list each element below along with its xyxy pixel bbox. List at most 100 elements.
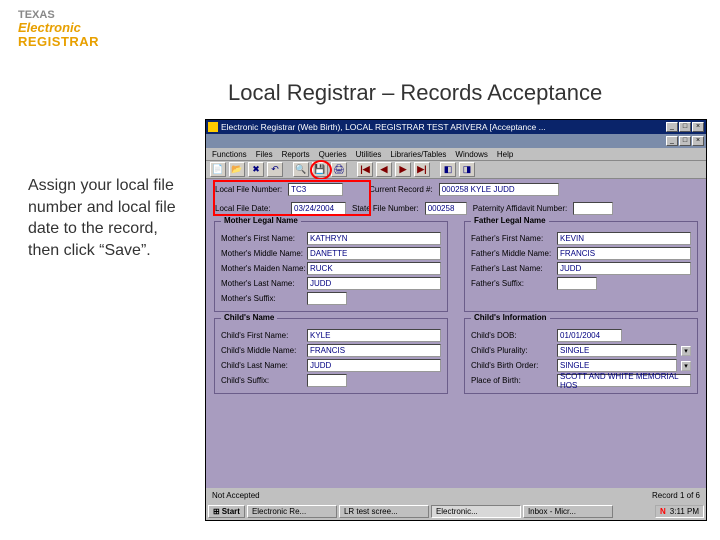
- mother-middle-value: DANETTE: [307, 247, 441, 260]
- logo-electronic: Electronic: [18, 20, 81, 35]
- taskbar-item-4[interactable]: Inbox - Micr...: [523, 505, 613, 518]
- mdi-close-button[interactable]: ×: [692, 136, 704, 146]
- taskbar: ⊞Start Electronic Re... LR test scree...…: [206, 502, 706, 520]
- mdi-minimize-button[interactable]: _: [666, 136, 678, 146]
- mother-suffix-value: [307, 292, 347, 305]
- menu-queries[interactable]: Queries: [319, 150, 347, 159]
- child-middle-label: Child's Middle Name:: [221, 346, 303, 355]
- child-dob-value: 01/01/2004: [557, 329, 622, 342]
- father-first-value: KEVIN: [557, 232, 691, 245]
- app-window: Electronic Registrar (Web Birth), LOCAL …: [205, 119, 707, 521]
- current-record-value: 000258 KYLE JUDD: [439, 183, 559, 196]
- save-button[interactable]: 💾: [312, 162, 328, 177]
- taskbar-item-3[interactable]: Electronic...: [431, 505, 521, 518]
- logo: TEXAS Electronic REGISTRAR: [18, 10, 99, 48]
- mdi-maximize-button[interactable]: □: [679, 136, 691, 146]
- delete-button[interactable]: ✖: [248, 162, 264, 177]
- form-area: Local File Number: TC3 Current Record #:…: [209, 179, 703, 486]
- menu-utilities[interactable]: Utilities: [356, 150, 382, 159]
- first-record-button[interactable]: |◀: [357, 162, 373, 177]
- menu-reports[interactable]: Reports: [282, 150, 310, 159]
- mdi-titlebar: _ □ ×: [206, 134, 706, 148]
- taskbar-item-1[interactable]: Electronic Re...: [247, 505, 337, 518]
- local-file-date-input[interactable]: 03/24/2004: [291, 202, 346, 215]
- tool-b-button[interactable]: ◨: [459, 162, 475, 177]
- mother-maiden-label: Mother's Maiden Name:: [221, 264, 303, 273]
- father-last-value: JUDD: [557, 262, 691, 275]
- titlebar: Electronic Registrar (Web Birth), LOCAL …: [206, 120, 706, 134]
- open-button[interactable]: 📂: [229, 162, 245, 177]
- maximize-button[interactable]: □: [679, 122, 691, 132]
- taskbar-item-4-label: Inbox - Micr...: [528, 507, 576, 516]
- father-middle-label: Father's Middle Name:: [471, 249, 553, 258]
- mother-suffix-label: Mother's Suffix:: [221, 294, 303, 303]
- prev-record-button[interactable]: ◀: [376, 162, 392, 177]
- statusbar: Not Accepted Record 1 of 6: [206, 488, 706, 502]
- child-first-value: KYLE: [307, 329, 441, 342]
- paternity-number-label: Paternity Affidavit Number:: [473, 204, 568, 213]
- child-name-group: Child's Name Child's First Name:KYLE Chi…: [214, 318, 448, 394]
- menu-functions[interactable]: Functions: [212, 150, 247, 159]
- menu-help[interactable]: Help: [497, 150, 513, 159]
- father-first-label: Father's First Name:: [471, 234, 553, 243]
- search-button[interactable]: 🔍: [293, 162, 309, 177]
- menu-files[interactable]: Files: [256, 150, 273, 159]
- slide-title: Local Registrar – Records Acceptance: [228, 80, 602, 106]
- child-birth-order-label: Child's Birth Order:: [471, 361, 553, 370]
- mother-middle-label: Mother's Middle Name:: [221, 249, 303, 258]
- taskbar-item-2-label: LR test scree...: [344, 507, 398, 516]
- father-middle-value: FRANCIS: [557, 247, 691, 260]
- tray-icon[interactable]: N: [660, 507, 666, 516]
- app-icon: [208, 122, 218, 132]
- state-file-number-label: State File Number:: [352, 204, 419, 213]
- save-highlight-icon: [310, 160, 332, 180]
- child-suffix-label: Child's Suffix:: [221, 376, 303, 385]
- father-group-title: Father Legal Name: [471, 216, 549, 225]
- mother-first-label: Mother's First Name:: [221, 234, 303, 243]
- child-first-label: Child's First Name:: [221, 331, 303, 340]
- mother-last-value: JUDD: [307, 277, 441, 290]
- menu-windows[interactable]: Windows: [455, 150, 487, 159]
- local-file-number-input[interactable]: TC3: [288, 183, 343, 196]
- birth-order-dropdown-icon[interactable]: ▾: [681, 361, 691, 371]
- plurality-dropdown-icon[interactable]: ▾: [681, 346, 691, 356]
- system-tray: N 3:11 PM: [655, 505, 704, 518]
- taskbar-item-2[interactable]: LR test scree...: [339, 505, 429, 518]
- instruction-text: Assign your local file number and local …: [28, 175, 183, 261]
- mother-group: Mother Legal Name Mother's First Name:KA…: [214, 221, 448, 312]
- mother-maiden-value: RUCK: [307, 262, 441, 275]
- father-suffix-label: Father's Suffix:: [471, 279, 553, 288]
- start-button[interactable]: ⊞Start: [208, 505, 245, 518]
- menu-libraries[interactable]: Libraries/Tables: [390, 150, 446, 159]
- child-last-label: Child's Last Name:: [221, 361, 303, 370]
- child-birth-order-value: SINGLE: [557, 359, 677, 372]
- print-button[interactable]: 🖨: [331, 162, 347, 177]
- state-file-number-value: 000258: [425, 202, 467, 215]
- tool-a-button[interactable]: ◧: [440, 162, 456, 177]
- child-info-group: Child's Information Child's DOB:01/01/20…: [464, 318, 698, 394]
- child-dob-label: Child's DOB:: [471, 331, 553, 340]
- status-right: Record 1 of 6: [652, 491, 700, 500]
- last-record-button[interactable]: ▶|: [414, 162, 430, 177]
- close-button[interactable]: ×: [692, 122, 704, 132]
- start-label: Start: [222, 507, 240, 516]
- mother-last-label: Mother's Last Name:: [221, 279, 303, 288]
- place-of-birth-value: SCOTT AND WHITE MEMORIAL HOS: [557, 374, 691, 387]
- mother-first-value: KATHRYN: [307, 232, 441, 245]
- new-button[interactable]: 📄: [210, 162, 226, 177]
- next-record-button[interactable]: ▶: [395, 162, 411, 177]
- toolbar: 📄 📂 ✖ ↶ 🔍 💾 🖨 |◀ ◀ ▶ ▶| ◧ ◨: [206, 161, 706, 179]
- father-suffix-value: [557, 277, 597, 290]
- father-group: Father Legal Name Father's First Name:KE…: [464, 221, 698, 312]
- current-record-label: Current Record #:: [369, 185, 433, 194]
- undo-button[interactable]: ↶: [267, 162, 283, 177]
- paternity-number-value: [573, 202, 613, 215]
- minimize-button[interactable]: _: [666, 122, 678, 132]
- windows-icon: ⊞: [213, 507, 220, 516]
- father-last-label: Father's Last Name:: [471, 264, 553, 273]
- child-info-title: Child's Information: [471, 313, 550, 322]
- child-suffix-value: [307, 374, 347, 387]
- child-middle-value: FRANCIS: [307, 344, 441, 357]
- taskbar-item-1-label: Electronic Re...: [252, 507, 306, 516]
- child-plurality-label: Child's Plurality:: [471, 346, 553, 355]
